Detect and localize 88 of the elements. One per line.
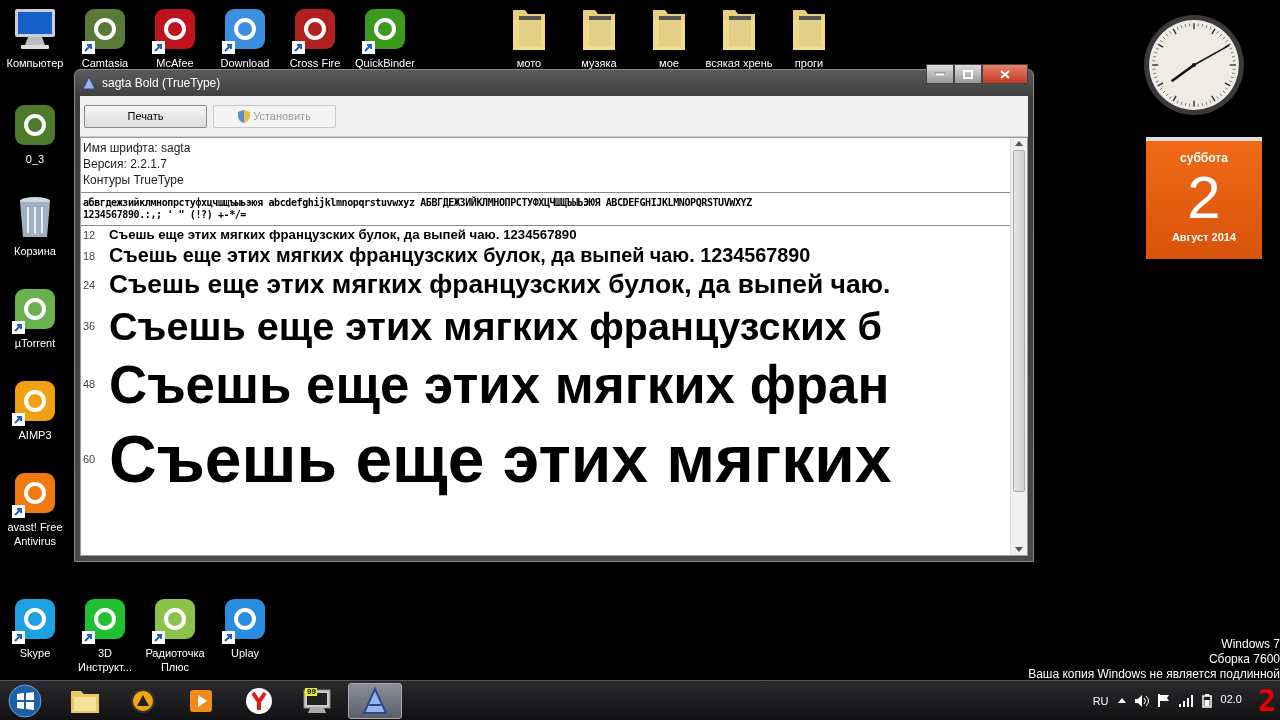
desktop-shortcut[interactable]: Uplay [210, 594, 280, 660]
scrollbar[interactable] [1010, 138, 1027, 555]
close-icon [1000, 69, 1010, 79]
counter-label: 99 [307, 687, 316, 696]
desktop-shortcut[interactable]: 3D Инструкт... [70, 594, 140, 674]
desktop-shortcut[interactable]: avast! Free Antivirus [0, 468, 70, 548]
desktop-shortcut[interactable]: 0_3 [0, 100, 70, 166]
desktop-shortcut[interactable]: Компьютер [0, 4, 70, 70]
scroll-up-icon [1015, 141, 1023, 146]
app-icon [362, 6, 408, 52]
app-icon [82, 6, 128, 52]
desktop-shortcut[interactable]: AIMP3 [0, 376, 70, 442]
maximize-icon [963, 69, 973, 79]
app-icon [152, 6, 198, 52]
font-sample-text: Съешь еще этих мягких французских б [109, 303, 883, 349]
play-icon [189, 688, 213, 713]
close-button[interactable] [982, 64, 1028, 84]
font-info-text: Контуры TrueType [83, 172, 185, 188]
desktop-shortcut[interactable]: µTorrent [0, 284, 70, 350]
battery-icon[interactable] [1201, 693, 1212, 708]
app-icon [82, 596, 128, 642]
month-year-label: Август 2014 [1171, 231, 1237, 243]
font-sample-text: Съешь еще этих мягких французских булок, да выпей чаю. 1234567890 [109, 227, 577, 242]
monitor-icon [302, 687, 332, 714]
windows-logo-icon [8, 683, 42, 718]
toolbar-button[interactable]: Печать [84, 104, 207, 128]
app-icon [292, 6, 338, 52]
activation-notice-text: Ваша копия Windows не является подлинной [1028, 667, 1280, 682]
point-size-label: 48 [82, 378, 97, 390]
shield-icon [238, 109, 251, 123]
app-icon [12, 102, 58, 148]
caret-up-icon[interactable] [1117, 698, 1126, 703]
font-info-text: Имя шрифта: sagta [83, 140, 192, 156]
weekday-label: суббота [1180, 151, 1228, 165]
taskbar-button[interactable] [348, 682, 402, 719]
app-icon [152, 596, 198, 642]
point-size-label: 24 [82, 278, 97, 291]
scroll-thumb[interactable] [1013, 150, 1025, 492]
signal-bars-icon[interactable] [1178, 694, 1193, 707]
speaker-icon[interactable] [1134, 694, 1149, 707]
triangle-logo-icon [131, 688, 155, 713]
desktop-shortcut[interactable]: Радиоточка Плюс [140, 594, 210, 674]
character-set-text: абвгдежзийклмнопрстуфхцчшщъыьэюя abcdefghijklmnopqrstuvwxyz АБВГДЕЖЗИЙКЛМНОПРСТУФХЦЧШЩЪЫЬЭЮЯ ABCDEFGHIJKLMNOPQRSTUVWXYZ [83, 197, 753, 209]
desktop-shortcut[interactable]: QuickBinder [350, 4, 420, 70]
desktop-shortcut[interactable]: Skype [0, 594, 70, 660]
app-icon [12, 596, 58, 642]
font-sample-text: Съешь еще этих мягких [109, 420, 892, 497]
scroll-down-icon [1015, 547, 1023, 552]
desktop-shortcut[interactable]: Download [210, 4, 280, 70]
activation-notice-text: Windows 7 [1221, 637, 1280, 652]
desktop-shortcut[interactable]: McAfee [140, 4, 210, 70]
app-icon [12, 286, 58, 332]
computer-monitor-icon [12, 7, 58, 51]
desktop-shortcut[interactable]: Cross Fire [280, 4, 350, 70]
point-size-label: 18 [82, 249, 97, 262]
flag-icon[interactable] [1157, 694, 1170, 707]
desktop-shortcut[interactable]: музяка [564, 4, 634, 70]
desktop-shortcut[interactable]: Camtasia [70, 4, 140, 70]
font-sample-text: Съешь еще этих мягких французских булок, да выпей чаю. [109, 269, 891, 300]
taskbar-button[interactable]: 99 [290, 682, 344, 719]
character-set-text: 1234567890.:,; ' " (!?) +-*/= [83, 209, 247, 221]
point-size-label: 36 [82, 320, 97, 332]
font-viewer-icon [361, 686, 389, 715]
minimize-icon [935, 72, 945, 76]
desktop-shortcut[interactable]: мото [494, 4, 564, 70]
point-size-label: 60 [82, 452, 97, 465]
minimize-button[interactable] [926, 64, 954, 84]
app-icon [222, 6, 268, 52]
clock-date[interactable]: 02.0 [1220, 693, 1242, 705]
desktop-shortcut[interactable]: проги [774, 4, 844, 70]
day-number: 2 [1187, 165, 1221, 231]
app-icon [12, 470, 58, 516]
app-icon [12, 378, 58, 424]
font-info-text: Версия: 2.2.1.7 [83, 156, 168, 172]
window-title: sagta Bold (TrueType) [102, 76, 222, 90]
desktop-shortcut[interactable]: Корзина [0, 192, 70, 258]
activation-notice-text: Сборка 7600 [1208, 652, 1280, 667]
app-icon [222, 596, 268, 642]
font-sample-text: Съешь еще этих мягких фран [109, 353, 890, 415]
maximize-button[interactable] [954, 64, 982, 84]
desktop-shortcut[interactable]: всякая хрень [704, 4, 774, 70]
font-file-icon [82, 76, 96, 90]
recording-digit-text: 2 [1257, 685, 1276, 716]
y-logo-icon [245, 686, 273, 715]
font-sample-text: Съешь еще этих мягких французских булок, да выпей чаю. 1234567890 [109, 244, 811, 267]
point-size-label: 12 [82, 228, 97, 241]
desktop-shortcut[interactable]: мое [634, 4, 704, 70]
language-indicator[interactable]: RU [1092, 694, 1109, 707]
